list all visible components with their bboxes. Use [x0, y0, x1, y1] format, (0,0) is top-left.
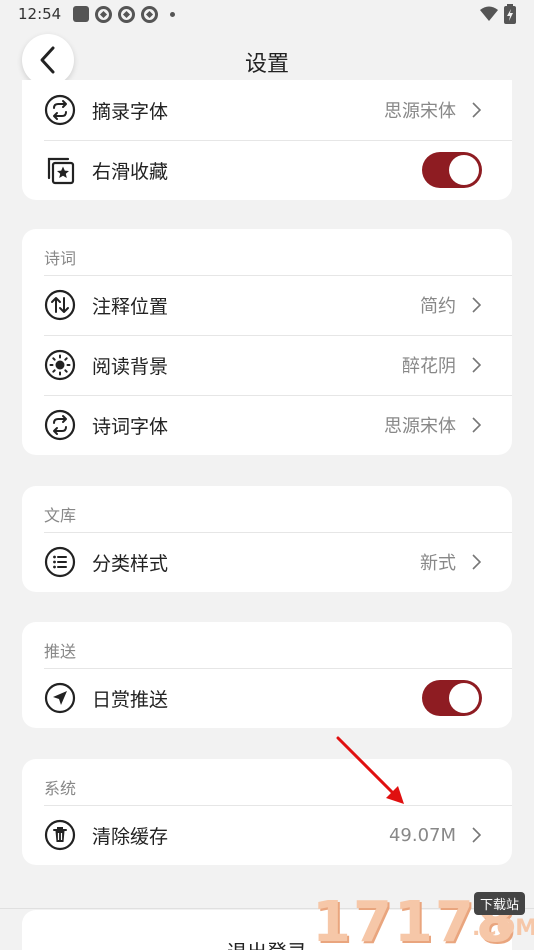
watermark-badge: 下载站 — [474, 892, 526, 915]
row-label: 诗词字体 — [92, 415, 169, 438]
section-title: 系统 — [44, 779, 77, 798]
row-label: 阅读背景 — [92, 355, 169, 378]
section-title: 诗词 — [44, 249, 77, 268]
pinwheel-icon — [141, 5, 159, 23]
row-label: 日赏推送 — [92, 688, 169, 711]
status-bar: 12:54 — [0, 0, 534, 28]
daily-push-toggle[interactable] — [422, 680, 482, 716]
chevron-right-icon — [468, 827, 484, 843]
toggle-knob — [449, 683, 479, 713]
battery-icon — [504, 4, 516, 24]
status-left: 12:54 — [18, 5, 176, 23]
row-category-style[interactable]: 分类样式 新式 — [22, 532, 512, 592]
toggle-knob — [449, 155, 479, 185]
section-title: 文库 — [44, 506, 77, 525]
swap-icon — [44, 409, 76, 441]
status-right — [480, 4, 516, 24]
status-time: 12:54 — [18, 5, 62, 23]
watermark-logo: 17178 下载站 .COM — [312, 886, 534, 950]
row-clear-cache[interactable]: 清除缓存 49.07M — [22, 805, 512, 865]
row-annotation-position[interactable]: 注释位置 简约 — [22, 275, 512, 335]
row-daily-push: 日赏推送 — [22, 668, 512, 728]
pinwheel-icon — [118, 5, 136, 23]
settings-card-top: 摘录字体 思源宋体 右滑收藏 — [22, 80, 512, 200]
row-label: 清除缓存 — [92, 825, 169, 848]
wifi-icon — [480, 6, 498, 21]
settings-card-push: 推送 日赏推送 — [22, 622, 512, 728]
settings-card-library: 文库 分类样式 新式 — [22, 486, 512, 592]
chevron-right-icon — [468, 357, 484, 373]
list-icon — [44, 546, 76, 578]
row-poetry-font[interactable]: 诗词字体 思源宋体 — [22, 395, 512, 455]
row-value: 思源宋体 — [384, 101, 456, 122]
swap-icon — [44, 94, 76, 126]
section-title: 推送 — [44, 642, 77, 661]
row-reading-background[interactable]: 阅读背景 醉花阴 — [22, 335, 512, 395]
row-value: 思源宋体 — [384, 416, 456, 437]
sun-icon — [44, 349, 76, 381]
row-excerpt-font[interactable]: 摘录字体 思源宋体 — [22, 80, 512, 140]
send-icon — [44, 682, 76, 714]
pinwheel-icon — [95, 5, 113, 23]
row-label: 注释位置 — [92, 295, 169, 318]
page-title: 设置 — [244, 52, 289, 77]
star-stack-icon — [44, 154, 76, 186]
row-value: 醉花阴 — [402, 356, 456, 377]
square-icon — [73, 6, 90, 22]
dot-icon — [170, 11, 176, 17]
row-value: 49.07M — [388, 824, 456, 846]
row-value: 新式 — [420, 553, 456, 574]
chevron-right-icon — [468, 297, 484, 313]
trash-icon — [44, 819, 76, 851]
watermark-domain: .COM — [472, 916, 534, 941]
swipe-favorite-toggle[interactable] — [422, 152, 482, 188]
row-label: 摘录字体 — [92, 100, 169, 123]
sort-arrows-icon — [44, 289, 76, 321]
row-label: 右滑收藏 — [92, 160, 169, 183]
chevron-right-icon — [468, 102, 484, 118]
settings-card-poetry: 诗词 注释位置 简约 阅读背景 醉花阴 诗词字体 思源宋体 — [22, 229, 512, 455]
chevron-right-icon — [468, 417, 484, 433]
row-swipe-favorite: 右滑收藏 — [22, 140, 512, 200]
settings-card-system: 系统 清除缓存 49.07M — [22, 759, 512, 865]
row-label: 分类样式 — [92, 552, 169, 575]
chevron-right-icon — [468, 554, 484, 570]
annotation-arrow-icon — [336, 736, 404, 804]
row-value: 简约 — [420, 296, 456, 317]
